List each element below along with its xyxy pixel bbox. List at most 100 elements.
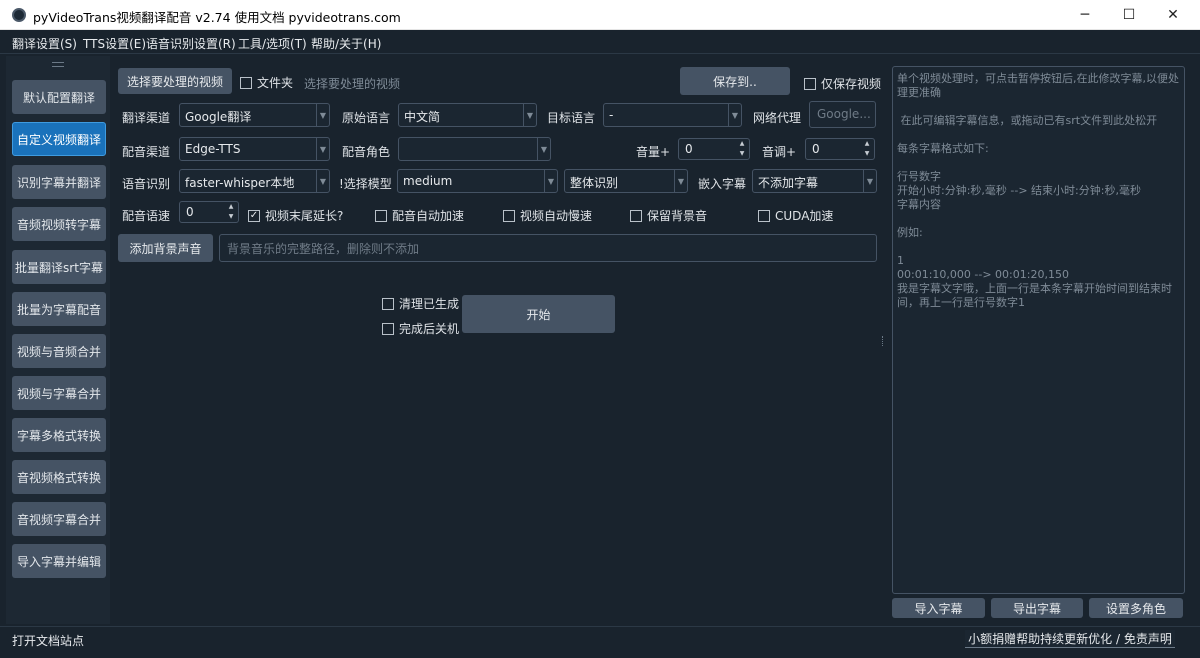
sidebar-item-custom-video-translate[interactable]: 自定义视频翻译 xyxy=(12,122,106,156)
translate-channel-value: Google翻译 xyxy=(185,110,252,124)
sidebar-item-batch-translate-srt[interactable]: 批量翻译srt字幕 xyxy=(12,250,106,284)
open-docs-link[interactable]: 打开文档站点 xyxy=(12,632,84,649)
volume-label: 音量+ xyxy=(636,145,671,159)
volume-value: 0 xyxy=(685,142,693,156)
sidebar-item-av-to-subtitle[interactable]: 音频视频转字幕 xyxy=(12,207,106,241)
video-auto-slow-checkbox[interactable]: 视频自动慢速 xyxy=(503,207,592,224)
menu-tts-settings[interactable]: TTS设置(E) xyxy=(83,35,146,52)
video-extend-box[interactable]: ✓ xyxy=(248,209,260,222)
main-panel: 选择要处理的视频 文件夹 选择要处理的视频 保存到.. 仅保存视频 翻译渠道 G… xyxy=(112,56,884,624)
menu-help-about[interactable]: 帮助/关于(H) xyxy=(311,35,381,52)
chevron-down-icon: ▼ xyxy=(316,138,329,160)
embed-subtitle-label: 嵌入字幕 xyxy=(698,177,747,191)
spin-arrows-icon[interactable]: ▲ ▼ xyxy=(226,203,236,221)
shutdown-box[interactable] xyxy=(382,322,394,335)
pitch-spinbox[interactable]: 0 ▲ ▼ xyxy=(805,138,875,160)
app-logo-icon xyxy=(12,8,26,22)
keep-background-checkbox[interactable]: 保留背景音 xyxy=(630,207,707,224)
sidebar-item-import-edit-subtitle[interactable]: 导入字幕并编辑 xyxy=(12,544,106,578)
start-button[interactable]: 开始 xyxy=(462,295,615,333)
embed-subtitle-select[interactable]: 不添加字幕 ▼ xyxy=(752,169,877,193)
spin-arrows-icon[interactable]: ▲ ▼ xyxy=(862,140,872,158)
video-path-placeholder: 选择要处理的视频 xyxy=(304,77,401,91)
close-button[interactable]: ✕ xyxy=(1150,0,1196,30)
pitch-label: 音调+ xyxy=(762,145,797,159)
sidebar-item-recognize-and-translate[interactable]: 识别字幕并翻译 xyxy=(12,165,106,199)
maximize-button[interactable]: ☐ xyxy=(1106,0,1152,30)
video-extend-label: 视频末尾延长? xyxy=(265,209,344,223)
function-sidebar: 默认配置翻译 自定义视频翻译 识别字幕并翻译 音频视频转字幕 批量翻译srt字幕… xyxy=(6,56,110,624)
sidebar-item-default-translate[interactable]: 默认配置翻译 xyxy=(12,80,106,114)
export-subtitle-button[interactable]: 导出字幕 xyxy=(991,598,1083,618)
voice-role-select[interactable]: ▼ xyxy=(398,137,551,161)
select-video-button[interactable]: 选择要处理的视频 xyxy=(118,68,232,94)
chevron-down-icon: ▼ xyxy=(316,170,329,192)
cuda-box[interactable] xyxy=(758,209,770,222)
import-subtitle-button[interactable]: 导入字幕 xyxy=(892,598,985,618)
chevron-down-icon: ▼ xyxy=(674,170,687,192)
subtitle-editor[interactable]: 单个视频处理时，可点击暂停按钮后,在此修改字幕,以便处理更准确 在此可编辑字幕信… xyxy=(892,66,1185,594)
status-bar: 打开文档站点 小额捐赠帮助持续更新优化 / 免责声明 xyxy=(0,626,1200,658)
multi-role-button[interactable]: 设置多角色 xyxy=(1089,598,1183,618)
speech-recognition-value: faster-whisper本地 xyxy=(185,176,295,190)
shutdown-checkbox[interactable]: 完成后关机 xyxy=(382,320,459,337)
minimize-button[interactable]: ─ xyxy=(1062,0,1108,30)
menu-bar: 翻译设置(S) TTS设置(E) 语音识别设置(R) 工具/选项(T) 帮助/关… xyxy=(0,30,1200,54)
target-language-select[interactable]: - ▼ xyxy=(603,103,742,127)
chevron-down-icon: ▼ xyxy=(728,104,741,126)
dub-auto-speedup-box[interactable] xyxy=(375,209,387,222)
recognition-mode-select[interactable]: 整体识别 ▼ xyxy=(564,169,688,193)
folder-checkbox-box[interactable] xyxy=(240,76,252,89)
cuda-checkbox[interactable]: CUDA加速 xyxy=(758,207,833,224)
speech-recognition-label: 语音识别 xyxy=(122,177,171,191)
chevron-down-icon: ▼ xyxy=(863,170,876,192)
keep-background-label: 保留背景音 xyxy=(647,209,708,223)
sidebar-item-batch-dub-subtitles[interactable]: 批量为字幕配音 xyxy=(12,292,106,326)
only-save-video-box[interactable] xyxy=(804,77,816,90)
background-path-input[interactable]: 背景音乐的完整路径，删除则不添加 xyxy=(219,234,877,262)
source-language-value: 中文简 xyxy=(404,110,441,124)
model-select[interactable]: medium ▼ xyxy=(397,169,558,193)
chevron-down-icon: ▼ xyxy=(544,170,557,192)
sidebar-item-av-format-convert[interactable]: 音视频格式转换 xyxy=(12,460,106,494)
speech-recognition-select[interactable]: faster-whisper本地 ▼ xyxy=(179,169,330,193)
dubbing-channel-label: 配音渠道 xyxy=(122,145,171,159)
only-save-video-checkbox[interactable]: 仅保存视频 xyxy=(804,75,881,92)
clean-generated-box[interactable] xyxy=(382,297,394,310)
cuda-label: CUDA加速 xyxy=(775,209,834,223)
clean-generated-checkbox[interactable]: 清理已生成 xyxy=(382,295,459,312)
splitter-handle[interactable] xyxy=(882,336,884,346)
sidebar-item-subtitle-format-convert[interactable]: 字幕多格式转换 xyxy=(12,418,106,452)
subtitle-editor-text: 单个视频处理时，可点击暂停按钮后,在此修改字幕,以便处理更准确 在此可编辑字幕信… xyxy=(897,72,1179,309)
add-background-audio-button[interactable]: 添加背景声音 xyxy=(118,234,213,262)
folder-checkbox-label: 文件夹 xyxy=(257,76,294,90)
dub-auto-speedup-checkbox[interactable]: 配音自动加速 xyxy=(375,207,464,224)
menu-speech-recognition-settings[interactable]: 语音识别设置(R) xyxy=(146,35,236,52)
dubbing-channel-select[interactable]: Edge-TTS ▼ xyxy=(179,137,330,161)
folder-checkbox[interactable]: 文件夹 xyxy=(240,74,293,91)
video-auto-slow-box[interactable] xyxy=(503,209,515,222)
voice-role-label: 配音角色 xyxy=(342,145,391,159)
embed-subtitle-value: 不添加字幕 xyxy=(758,176,819,190)
video-extend-checkbox[interactable]: ✓ 视频末尾延长? xyxy=(248,207,343,224)
model-value: medium xyxy=(403,174,453,188)
save-to-button[interactable]: 保存到.. xyxy=(680,67,790,95)
model-label: !选择模型 xyxy=(339,177,392,191)
translate-channel-select[interactable]: Google翻译 ▼ xyxy=(179,103,330,127)
chevron-down-icon: ▼ xyxy=(316,104,329,126)
translate-channel-label: 翻译渠道 xyxy=(122,111,171,125)
menu-translate-settings[interactable]: 翻译设置(S) xyxy=(12,35,77,52)
keep-background-box[interactable] xyxy=(630,209,642,222)
dubbing-speed-spinbox[interactable]: 0 ▲ ▼ xyxy=(179,201,239,223)
sidebar-item-av-subtitle-merge[interactable]: 音视频字幕合并 xyxy=(12,502,106,536)
donate-disclaimer-button[interactable]: 小额捐赠帮助持续更新优化 / 免责声明 xyxy=(965,630,1175,648)
proxy-input[interactable]: Google... xyxy=(809,101,876,128)
spin-arrows-icon[interactable]: ▲ ▼ xyxy=(737,140,747,158)
sidebar-item-merge-video-audio[interactable]: 视频与音频合并 xyxy=(12,334,106,368)
menu-tools-options[interactable]: 工具/选项(T) xyxy=(238,35,307,52)
sidebar-item-merge-video-subtitle[interactable]: 视频与字幕合并 xyxy=(12,376,106,410)
pitch-value: 0 xyxy=(812,142,820,156)
volume-spinbox[interactable]: 0 ▲ ▼ xyxy=(678,138,750,160)
source-language-select[interactable]: 中文简 ▼ xyxy=(398,103,537,127)
toolbar-grip-handle[interactable] xyxy=(52,62,64,67)
